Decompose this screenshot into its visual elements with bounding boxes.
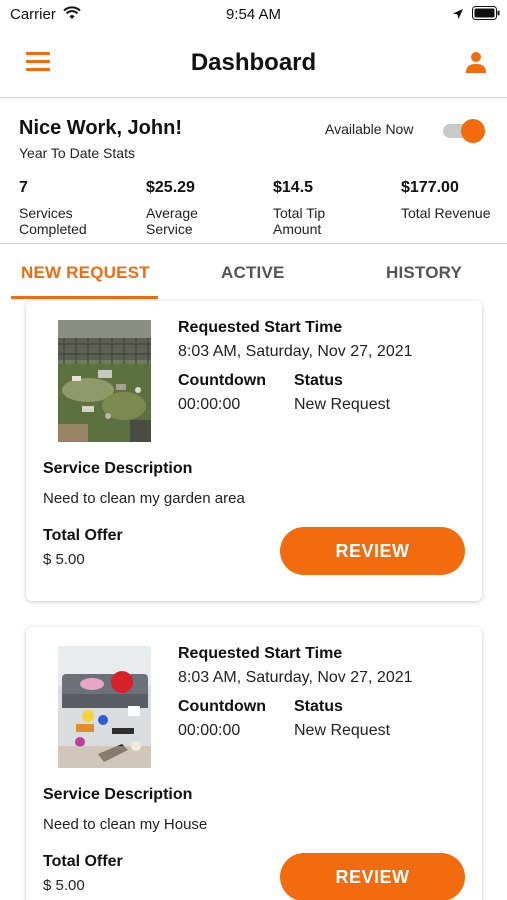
stat-label: Total Revenue bbox=[401, 205, 491, 221]
battery-icon bbox=[472, 6, 500, 25]
tab-history[interactable]: HISTORY bbox=[386, 263, 462, 283]
countdown-value: 00:00:00 bbox=[178, 722, 241, 739]
start-time-label: Requested Start Time bbox=[178, 645, 343, 662]
review-button[interactable]: REVIEW bbox=[280, 853, 465, 900]
total-offer-label: Total Offer bbox=[43, 527, 123, 544]
user-icon[interactable] bbox=[464, 50, 488, 74]
status-label: Status bbox=[294, 698, 343, 715]
stats-summary: Nice Work, John! Year To Date Stats Avai… bbox=[0, 99, 507, 244]
service-description-text: Need to clean my House bbox=[43, 816, 208, 833]
countdown-label: Countdown bbox=[178, 698, 266, 715]
service-description-label: Service Description bbox=[43, 460, 193, 477]
location-arrow-icon bbox=[452, 7, 464, 25]
total-offer-label: Total Offer bbox=[43, 853, 123, 870]
status-value: New Request bbox=[294, 722, 391, 739]
start-time-value: 8:03 AM, Saturday, Nov 27, 2021 bbox=[178, 669, 413, 686]
review-button[interactable]: REVIEW bbox=[280, 527, 465, 575]
status-bar: Carrier 9:54 AM bbox=[0, 0, 507, 30]
request-card: Requested Start Time 8:03 AM, Saturday, … bbox=[26, 301, 482, 601]
tab-new-request[interactable]: NEW REQUEST bbox=[21, 263, 150, 283]
total-offer-value: $ 5.00 bbox=[43, 877, 85, 894]
start-time-label: Requested Start Time bbox=[178, 319, 343, 336]
service-description-text: Need to clean my garden area bbox=[43, 490, 245, 507]
stats-subtitle: Year To Date Stats bbox=[19, 145, 135, 161]
status-value: New Request bbox=[294, 396, 391, 413]
countdown-label: Countdown bbox=[178, 372, 266, 389]
clock-time: 9:54 AM bbox=[225, 6, 282, 23]
stat-value: $14.5 bbox=[273, 179, 314, 196]
start-time-value: 8:03 AM, Saturday, Nov 27, 2021 bbox=[178, 343, 413, 360]
stat-label: Average Service bbox=[146, 205, 198, 237]
stat-services-completed: 7 Services Completed bbox=[19, 179, 114, 237]
request-card: Requested Start Time 8:03 AM, Saturday, … bbox=[26, 627, 482, 900]
availability-toggle[interactable] bbox=[443, 119, 485, 143]
garden-photo bbox=[58, 320, 151, 442]
status-label: Status bbox=[294, 372, 343, 389]
stat-total-tip: $14.5 Total Tip Amount bbox=[273, 179, 368, 237]
nav-bar: Dashboard bbox=[0, 30, 507, 98]
countdown-value: 00:00:00 bbox=[178, 396, 241, 413]
page-title: Dashboard bbox=[190, 49, 317, 76]
stat-label: Services Completed bbox=[19, 205, 87, 237]
availability-label: Available Now bbox=[325, 121, 414, 137]
stat-total-revenue: $177.00 Total Revenue bbox=[401, 179, 496, 221]
stat-value: $25.29 bbox=[146, 179, 195, 196]
stat-value: $177.00 bbox=[401, 179, 459, 196]
total-offer-value: $ 5.00 bbox=[43, 551, 85, 568]
active-tab-indicator bbox=[11, 296, 158, 299]
greeting-text: Nice Work, John! bbox=[19, 117, 182, 139]
stat-value: 7 bbox=[19, 179, 28, 196]
stat-average-service: $25.29 Average Service bbox=[146, 179, 241, 237]
stat-label: Total Tip Amount bbox=[273, 205, 326, 237]
service-description-label: Service Description bbox=[43, 786, 193, 803]
request-tabs: NEW REQUEST ACTIVE HISTORY bbox=[0, 248, 507, 300]
house-photo bbox=[58, 646, 151, 768]
tab-active[interactable]: ACTIVE bbox=[221, 263, 285, 283]
